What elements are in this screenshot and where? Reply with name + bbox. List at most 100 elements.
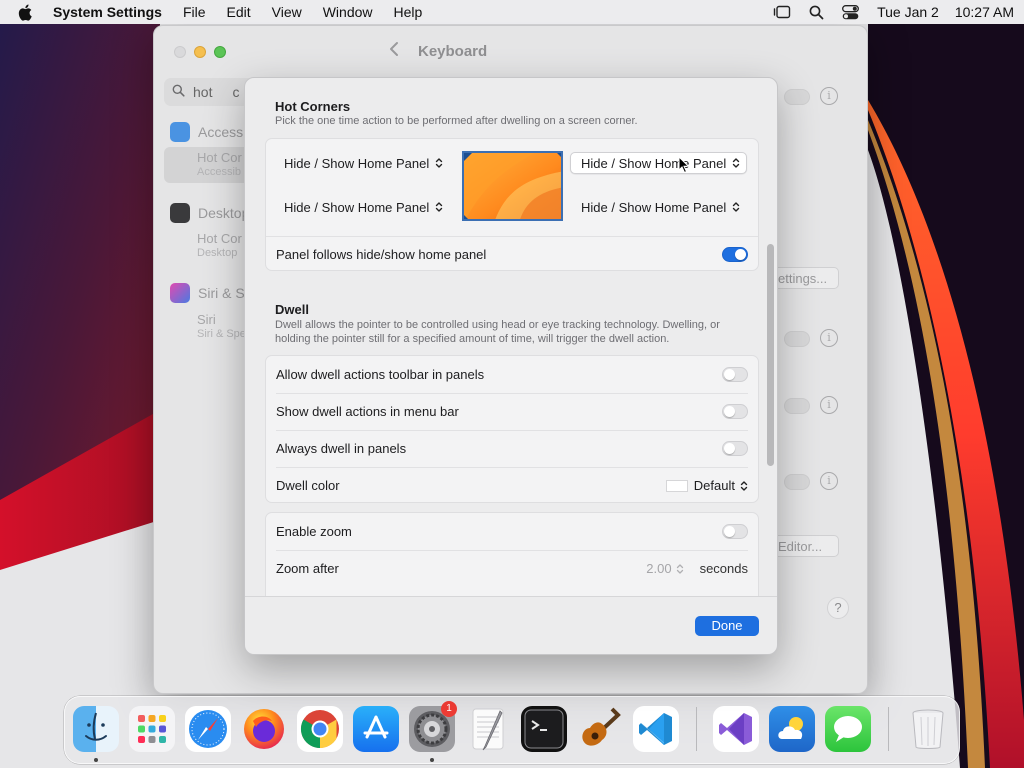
dwell-menubar-toggle[interactable] [722,404,748,419]
search-icon [172,84,185,100]
apple-menu-icon[interactable] [18,4,36,21]
dictation-editor-button[interactable]: Editor... [769,535,839,557]
sidebar-result-siri[interactable]: Siri Siri & Spe [164,313,254,341]
top-left-corner-popup[interactable]: Hide / Show Home Panel [274,152,449,174]
popup-value: Default [693,478,735,493]
siri-icon [170,283,190,303]
background-toggle[interactable] [784,398,810,414]
panel-follows-toggle[interactable] [722,246,748,262]
menu-edit[interactable]: Edit [227,4,251,20]
enable-zoom-row: Enable zoom [266,513,758,550]
always-dwell-label: Always dwell in panels [276,441,407,456]
dock-app-weather[interactable] [769,706,815,752]
menu-view[interactable]: View [272,4,302,20]
dwell-description: Dwell allows the pointer to be controlle… [275,319,720,345]
visual-studio-icon [719,713,752,745]
control-center-icon[interactable] [833,4,867,20]
vscode-icon [639,713,672,745]
dwell-toolbar-label: Allow dwell actions toolbar in panels [276,367,485,382]
menu-help[interactable]: Help [394,4,423,20]
dock-app-chrome[interactable] [297,706,343,752]
dock-app-vscode[interactable] [633,706,679,752]
bottom-right-corner-popup[interactable]: Hide / Show Home Panel [571,196,746,218]
top-right-corner-popup[interactable]: Hide / Show Home Panel [570,152,748,174]
messages-bubble-icon [834,716,862,742]
popup-value: Hide / Show Home Panel [581,199,727,215]
search-clear[interactable]: c [232,84,239,100]
notification-badge: 1 [441,701,457,717]
popup-value: Hide / Show Home Panel [284,155,430,171]
firefox-icon [244,709,284,749]
chrome-icon [300,710,339,749]
hot-corners-sheet: Hot Corners Pick the one time action to … [244,77,778,655]
dwell-menubar-label: Show dwell actions in menu bar [276,404,459,419]
background-toggle[interactable] [784,89,810,105]
background-toggle[interactable] [784,331,810,347]
window-titlebar: Keyboard [154,26,867,78]
help-button[interactable]: ? [827,597,849,619]
back-chevron-icon[interactable] [389,41,399,62]
done-button[interactable]: Done [695,616,759,636]
sidebar-item-label: Desktop [198,205,250,221]
dock: 1 [64,696,960,764]
safari-compass-icon [189,710,227,748]
dwell-color-popup[interactable]: Default [665,478,748,493]
dock-app-firefox[interactable] [241,706,287,752]
zoom-after-value: 2.00 [646,561,672,576]
stage-manager-icon[interactable] [765,5,799,19]
dock-app-finder[interactable] [73,706,119,752]
dock-app-launchpad[interactable] [129,706,175,752]
dock-app-instruments[interactable] [577,706,623,752]
zoom-group: Enable zoom Zoom after 2.00 seconds [265,512,759,596]
info-icon[interactable]: i [820,472,838,490]
app-menu[interactable]: System Settings [53,4,162,20]
dwell-color-row: Dwell color Default [266,467,758,504]
dwell-toolbar-toggle[interactable] [722,367,748,382]
sidebar-item-siri[interactable]: Siri & Sp [170,283,252,303]
bottom-left-corner-popup[interactable]: Hide / Show Home Panel [274,196,449,218]
dock-app-trash[interactable] [905,706,951,752]
zoom-after-label: Zoom after [276,561,339,576]
launchpad-icon [138,715,166,743]
sidebar-result-hot-corners-desktop[interactable]: Hot Cor Desktop [164,232,254,260]
dock-app-safari[interactable] [185,706,231,752]
updown-chevron-icon [436,158,443,168]
info-icon[interactable]: i [820,396,838,414]
sidebar-result-hot-corners-accessibility[interactable]: Hot Cor Accessib [164,147,254,183]
menubar-date[interactable]: Tue Jan 2 [877,4,939,20]
background-toggle[interactable] [784,474,810,490]
enable-zoom-toggle[interactable] [722,524,748,539]
zoom-after-stepper[interactable]: 2.00 [646,561,683,576]
menu-file[interactable]: File [183,4,206,20]
sidebar-item-desktop[interactable]: Desktop [170,203,249,223]
minimize-button[interactable] [194,46,206,58]
sidebar-search-field[interactable]: hot c [164,78,254,106]
info-icon[interactable]: i [820,329,838,347]
enable-zoom-label: Enable zoom [276,524,352,539]
dwell-toolbar-row: Allow dwell actions toolbar in panels [266,356,758,393]
keyboard-shortcuts-button[interactable]: ettings... [769,267,839,289]
running-indicator [94,758,98,762]
dock-app-messages[interactable] [825,706,871,752]
sidebar-item-accessibility[interactable]: Accessi [170,122,246,142]
dock-app-app-store[interactable] [353,706,399,752]
terminal-icon [524,709,564,749]
sheet-footer-divider [245,596,777,597]
updown-chevron-icon [733,158,740,168]
dock-app-textedit[interactable] [465,706,511,752]
panel-follows-row: Panel follows hide/show home panel [266,236,758,272]
dock-separator [888,707,889,751]
zoom-button[interactable] [214,46,226,58]
updown-chevron-icon [733,202,740,212]
info-icon[interactable]: i [820,87,838,105]
updown-chevron-icon [740,480,748,491]
always-dwell-toggle[interactable] [722,441,748,456]
mouse-pointer-icon [678,155,690,177]
dock-app-terminal[interactable] [521,706,567,752]
sheet-scrollbar[interactable] [767,244,774,466]
dock-app-visual-studio[interactable] [713,706,759,752]
spotlight-search-icon[interactable] [799,5,833,20]
menubar-time[interactable]: 10:27 AM [955,4,1014,20]
menu-window[interactable]: Window [323,4,373,20]
close-button[interactable] [174,46,186,58]
